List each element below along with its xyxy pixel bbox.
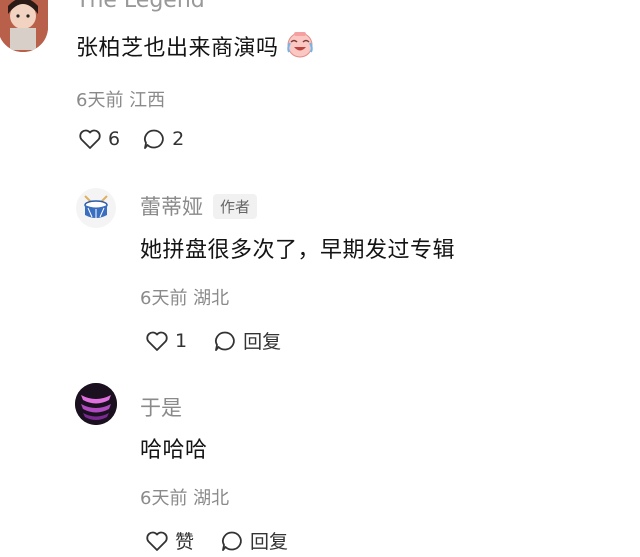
comment-username[interactable]: 蕾蒂娅 — [140, 191, 203, 221]
crying-laughing-emoji-icon — [285, 30, 315, 62]
user-avatar-icon — [0, 0, 48, 52]
comment-username[interactable]: The Legend — [76, 0, 205, 12]
heart-icon — [146, 331, 168, 351]
comment-actions: 1 回复 — [145, 327, 281, 354]
comment-meta: 6天前 湖北 — [140, 488, 230, 509]
comment-actions: 6 2 — [78, 128, 184, 150]
like-count: 1 — [175, 329, 188, 352]
like-button[interactable]: 6 — [78, 128, 120, 150]
reply-button[interactable]: 回复 — [220, 527, 288, 554]
comment-meta: 6天前 江西 — [76, 90, 166, 111]
author-badge: 作者 — [213, 193, 258, 219]
heart-icon — [146, 531, 168, 551]
comment-username[interactable]: 于是 — [140, 392, 182, 422]
user-avatar-icon — [75, 383, 117, 425]
reply-count: 2 — [172, 128, 185, 150]
comment-bubble-icon — [144, 129, 164, 149]
comment-body: 张柏芝也出来商演吗 — [76, 30, 315, 62]
comment-meta: 6天前 湖北 — [140, 288, 230, 309]
comment-actions: 赞 回复 — [145, 527, 288, 554]
reply-label: 回复 — [243, 331, 282, 353]
comment-bubble-icon — [222, 531, 242, 551]
like-label: 赞 — [175, 531, 195, 553]
comment-text: 张柏芝也出来商演吗 — [76, 36, 279, 61]
avatar-leidiya[interactable] — [76, 188, 116, 228]
reply-button[interactable]: 2 — [142, 128, 184, 150]
avatar-yushi[interactable] — [75, 383, 117, 425]
avatar-the-legend[interactable] — [0, 0, 48, 52]
like-button[interactable]: 赞 — [145, 527, 194, 554]
heart-icon — [79, 129, 101, 149]
comment-bubble-icon — [215, 331, 235, 351]
reply-button[interactable]: 回复 — [213, 327, 281, 354]
reply-label: 回复 — [250, 531, 289, 553]
drum-icon — [84, 195, 108, 218]
like-count: 6 — [108, 128, 121, 150]
comment-text: 哈哈哈 — [140, 438, 208, 463]
like-button[interactable]: 1 — [145, 327, 187, 354]
comment-header: 蕾蒂娅 作者 — [140, 191, 258, 221]
comment-text: 她拼盘很多次了，早期发过专辑 — [140, 238, 456, 263]
